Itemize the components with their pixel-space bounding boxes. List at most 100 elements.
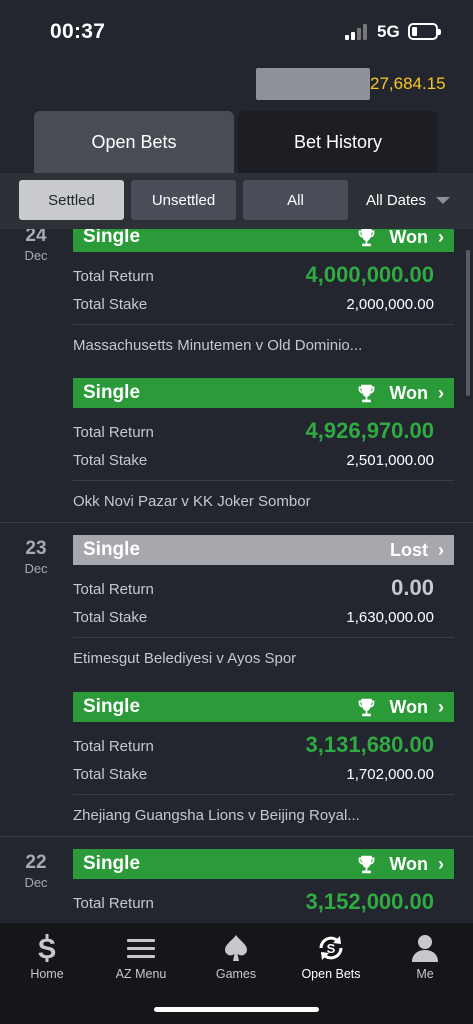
event-name: Okk Novi Pazar v KK Joker Sombor [73,480,454,524]
bet-type: Single [83,539,141,560]
bet-header[interactable]: Single Won › [73,378,454,408]
bet-status: Won › [356,697,444,718]
total-return-label: Total Return [73,268,154,285]
bet-status-label: Won [389,229,428,247]
bet-type: Single [83,696,141,717]
total-return-label: Total Return [73,895,154,912]
total-return-value: 4,000,000.00 [305,262,434,287]
status-bar: 00:37 5G [0,0,473,64]
bet-status-label: Won [389,853,428,874]
bet-tabs: Open Bets Bet History [34,111,438,173]
filter-all-button[interactable]: All [243,180,348,220]
bet-type: Single [83,853,141,874]
trophy-icon [358,384,375,402]
bet-card[interactable]: Single Lost › Total Return 0.00 Total St… [73,535,454,681]
event-name: Massachusetts Minutemen v Old Dominio... [73,324,454,368]
bet-status: Won › [356,854,444,875]
total-stake-row: Total Stake 1,630,000.00 [73,603,454,631]
bet-header[interactable]: Single Lost › [73,535,454,565]
bet-card[interactable]: Single Won › Total Return 3,152,000.00 [73,849,454,917]
total-return-value: 4,926,970.00 [305,418,434,443]
nav-az-menu[interactable]: AZ Menu [94,923,188,993]
bet-header[interactable]: Single Won › [73,229,454,252]
nav-home[interactable]: S Home [0,923,94,993]
balance-amount[interactable]: 27,684.15 [370,74,446,94]
chevron-right-icon: › [438,539,444,560]
bet-status-label: Won [389,382,428,403]
total-stake-label: Total Stake [73,296,148,313]
nav-open-bets[interactable]: S Open Bets [284,923,378,993]
bet-type: Single [83,382,141,403]
nav-label: AZ Menu [115,967,167,981]
bet-status-label: Won [389,696,428,717]
total-stake-label: Total Stake [73,609,148,626]
refresh-dollar-icon: S [319,936,343,960]
total-stake-row: Total Stake 1,702,000.00 [73,760,454,788]
day-number: 24 [25,229,47,246]
total-return-value: 3,152,000.00 [305,889,434,914]
nav-me[interactable]: Me [378,923,472,993]
bet-status: Won › [356,383,444,404]
tab-bet-history[interactable]: Bet History [238,111,438,173]
chevron-right-icon: › [438,382,444,403]
nav-label: Open Bets [301,967,361,981]
chevron-right-icon: › [438,696,444,717]
total-return-value: 3,131,680.00 [305,732,434,757]
bet-status: Lost › [390,540,444,561]
total-stake-value: 1,630,000.00 [346,609,434,626]
total-return-row: Total Return 4,000,000.00 [73,262,454,290]
filter-unsettled-button[interactable]: Unsettled [131,180,236,220]
total-stake-value: 1,702,000.00 [346,766,434,783]
total-return-row: Total Return 0.00 [73,575,454,603]
trophy-icon [358,698,375,716]
chevron-right-icon: › [438,229,444,247]
total-return-row: Total Return 3,131,680.00 [73,732,454,760]
bet-header[interactable]: Single Won › [73,849,454,879]
event-name: Etimesgut Belediyesi v Ayos Spor [73,637,454,681]
day-divider [0,522,473,523]
total-return-row: Total Return 3,152,000.00 [73,889,454,917]
filter-bar: Settled Unsettled All All Dates [0,173,473,229]
filter-settled-button[interactable]: Settled [19,180,124,220]
day-month: Dec [24,561,48,576]
total-return-label: Total Return [73,738,154,755]
day-label: 22 Dec [0,852,72,890]
trophy-icon [358,229,375,246]
battery-icon [408,23,441,40]
hamburger-icon [127,939,155,958]
svg-text:S: S [327,941,336,956]
day-month: Dec [24,248,48,263]
bet-header[interactable]: Single Won › [73,692,454,722]
bet-card[interactable]: Single Won › Total Return 3,131,680.00 T… [73,692,454,838]
event-name: Zhejiang Guangsha Lions v Beijing Royal.… [73,794,454,838]
total-stake-label: Total Stake [73,452,148,469]
date-filter-dropdown[interactable]: All Dates [366,180,451,220]
date-filter-label: All Dates [366,191,427,209]
bet-card[interactable]: Single Won › Total Return 4,926,970.00 T… [73,378,454,524]
total-stake-value: 2,000,000.00 [346,296,434,313]
total-return-label: Total Return [73,424,154,441]
day-label: 24 Dec [0,229,72,263]
total-return-label: Total Return [73,581,154,598]
scrollbar[interactable] [466,250,470,396]
nav-games[interactable]: Games [189,923,283,993]
chevron-down-icon [436,196,451,204]
status-time: 00:37 [50,20,106,43]
total-stake-label: Total Stake [73,766,148,783]
nav-label: Home [30,967,64,981]
tab-open-bets[interactable]: Open Bets [34,111,234,173]
chevron-right-icon: › [438,853,444,874]
nav-label: Games [215,967,257,981]
total-stake-row: Total Stake 2,501,000.00 [73,446,454,474]
network-label: 5G [377,22,400,41]
spade-icon [225,935,247,961]
bet-card[interactable]: Single Won › Total Return 4,000,000.00 T… [73,229,454,368]
bet-status-label: Lost [390,539,428,560]
home-indicator[interactable] [154,1007,319,1012]
day-number: 23 [25,538,47,559]
balance-bar: 27,684.15 [0,66,473,106]
bets-list[interactable]: 24 Dec Single Won › Total Return 4,000,0… [0,229,473,923]
dollar-s-icon: S [38,933,57,963]
day-number: 22 [25,852,47,873]
day-label: 23 Dec [0,538,72,576]
